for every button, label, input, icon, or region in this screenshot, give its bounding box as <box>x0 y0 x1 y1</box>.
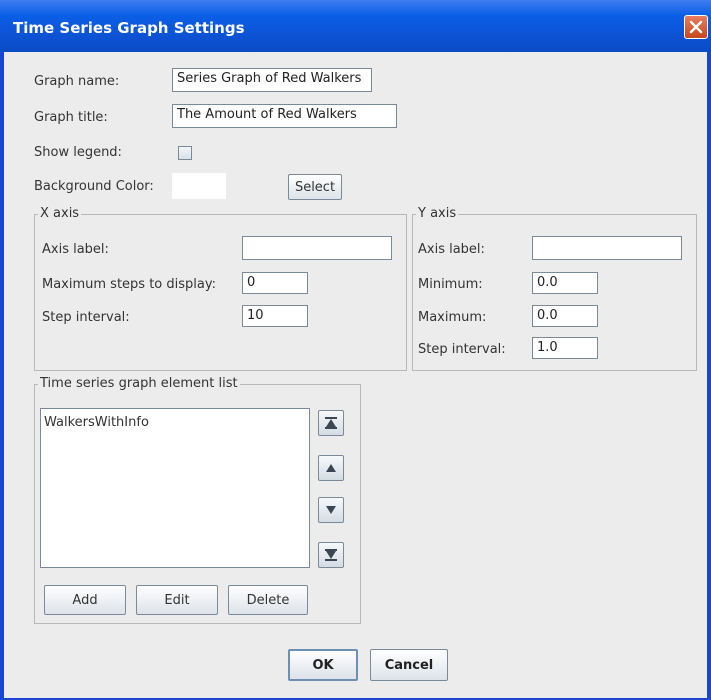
close-button[interactable] <box>684 15 708 39</box>
x-axis-label-input[interactable] <box>242 236 392 260</box>
y-maximum-input[interactable]: 0.0 <box>532 305 598 327</box>
close-icon <box>689 20 703 34</box>
element-listbox[interactable]: WalkersWithInfo <box>40 408 310 568</box>
y-minimum-input[interactable]: 0.0 <box>532 272 598 294</box>
element-list-group-title: Time series graph element list <box>38 376 240 391</box>
move-up-icon <box>326 464 336 472</box>
x-max-steps-input[interactable]: 0 <box>242 272 308 294</box>
x-axis-group-title: X axis <box>38 206 82 221</box>
window-title: Time Series Graph Settings <box>13 19 245 37</box>
title-bar[interactable]: Time Series Graph Settings <box>0 0 711 52</box>
y-axis-label-input[interactable] <box>532 236 682 260</box>
graph-name-label: Graph name: <box>34 74 120 89</box>
delete-button[interactable]: Delete <box>228 585 308 615</box>
x-max-steps-label: Maximum steps to display: <box>42 277 216 292</box>
x-axis-label-label: Axis label: <box>42 242 109 257</box>
cancel-button[interactable]: Cancel <box>370 649 448 681</box>
move-down-button[interactable] <box>318 497 344 523</box>
edit-button[interactable]: Edit <box>136 585 218 615</box>
graph-name-input[interactable]: Series Graph of Red Walkers <box>172 68 372 92</box>
x-step-interval-label: Step interval: <box>42 310 130 325</box>
dialog-window: Time Series Graph Settings Graph name: S… <box>0 0 711 700</box>
graph-title-label: Graph title: <box>34 110 108 125</box>
ok-button[interactable]: OK <box>288 649 358 681</box>
move-up-button[interactable] <box>318 455 344 481</box>
move-bottom-button[interactable] <box>318 542 344 568</box>
move-top-icon <box>325 417 337 429</box>
y-maximum-label: Maximum: <box>418 310 487 325</box>
y-step-interval-label: Step interval: <box>418 342 506 357</box>
y-minimum-label: Minimum: <box>418 277 483 292</box>
background-color-label: Background Color: <box>34 179 154 194</box>
dialog-content: Graph name: Series Graph of Red Walkers … <box>4 52 707 698</box>
background-color-swatch <box>172 173 226 199</box>
move-bottom-icon <box>325 549 337 561</box>
y-axis-label-label: Axis label: <box>418 242 485 257</box>
move-down-icon <box>326 506 336 514</box>
move-top-button[interactable] <box>318 410 344 436</box>
select-color-button[interactable]: Select <box>288 174 342 200</box>
graph-title-input[interactable]: The Amount of Red Walkers <box>172 104 397 128</box>
add-button[interactable]: Add <box>44 585 126 615</box>
show-legend-label: Show legend: <box>34 145 122 160</box>
x-step-interval-input[interactable]: 10 <box>242 305 308 327</box>
y-step-interval-input[interactable]: 1.0 <box>532 337 598 359</box>
show-legend-checkbox[interactable] <box>178 146 192 160</box>
list-item[interactable]: WalkersWithInfo <box>44 415 149 430</box>
y-axis-group-title: Y axis <box>416 206 459 221</box>
